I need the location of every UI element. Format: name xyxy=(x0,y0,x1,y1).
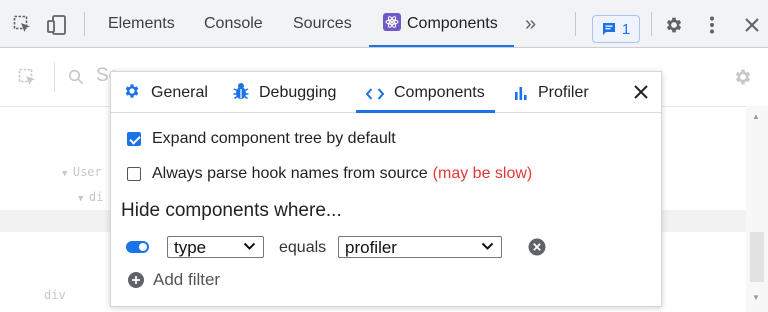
react-components-icon xyxy=(383,13,401,31)
parse-hooks-checkbox[interactable] xyxy=(127,167,141,181)
settings-tab-label: General xyxy=(151,84,208,101)
close-icon[interactable] xyxy=(631,82,651,102)
scroll-down-icon[interactable]: ▼ xyxy=(752,293,760,302)
toolbar-divider xyxy=(54,62,55,92)
scroll-up-icon[interactable]: ▲ xyxy=(752,112,760,121)
settings-gear-icon[interactable] xyxy=(733,67,753,92)
toolbar-divider xyxy=(84,12,85,36)
filter-operator: equals xyxy=(279,239,327,256)
code-icon xyxy=(365,75,385,117)
settings-tab-label: Debugging xyxy=(259,84,337,101)
bug-icon xyxy=(233,75,249,117)
remove-filter-icon[interactable] xyxy=(528,238,546,256)
add-filter-label: Add filter xyxy=(153,270,221,289)
issues-count: 1 xyxy=(621,20,631,38)
filter-value-select[interactable]: profiler xyxy=(338,236,502,258)
expand-tree-setting: Expand component tree by default xyxy=(127,130,396,148)
filter-field-select[interactable]: type xyxy=(167,236,264,258)
settings-tab-components[interactable]: Components xyxy=(356,72,495,113)
tab-components[interactable]: Components xyxy=(369,0,514,47)
filter-enabled-toggle[interactable] xyxy=(126,241,149,253)
parse-hooks-label: Always parse hook names from source xyxy=(152,165,428,182)
issues-button[interactable]: 1 xyxy=(592,15,640,43)
scrollbar-thumb[interactable] xyxy=(750,232,764,282)
device-toolbar-icon[interactable] xyxy=(46,14,68,36)
add-circle-icon xyxy=(128,272,144,288)
expand-tree-label: Expand component tree by default xyxy=(152,130,396,147)
tree-row[interactable]: ▼ User xyxy=(62,165,102,179)
settings-tab-profiler[interactable]: Profiler xyxy=(514,72,589,112)
hide-components-title: Hide components where... xyxy=(121,200,342,221)
gear-icon xyxy=(123,75,141,117)
tab-console[interactable]: Console xyxy=(204,0,263,47)
add-filter-button[interactable]: Add filter xyxy=(128,270,220,290)
close-devtools-icon[interactable] xyxy=(741,14,763,36)
more-tabs-button[interactable]: » xyxy=(525,13,536,36)
tab-elements[interactable]: Elements xyxy=(108,0,175,47)
chevron-down-icon xyxy=(481,242,494,250)
settings-tab-label: Components xyxy=(394,84,485,101)
search-icon xyxy=(68,69,84,90)
chevron-down-icon xyxy=(243,242,256,250)
tree-row[interactable]: div xyxy=(44,288,66,302)
bar-chart-icon xyxy=(514,75,528,117)
inspect-element-icon[interactable] xyxy=(18,68,38,93)
settings-tab-debugging[interactable]: Debugging xyxy=(233,72,336,112)
inspect-element-icon[interactable] xyxy=(12,14,34,36)
parse-hooks-setting: Always parse hook names from source (may… xyxy=(127,165,532,183)
toolbar-divider xyxy=(651,12,652,36)
devtools-tab-bar: Elements Console Sources Components » 1 xyxy=(0,0,768,48)
gear-icon[interactable] xyxy=(663,14,685,36)
settings-tab-general[interactable]: General xyxy=(123,72,208,112)
toolbar-divider xyxy=(575,12,576,36)
filter-value: profiler xyxy=(345,238,397,257)
tab-sources[interactable]: Sources xyxy=(293,0,352,47)
settings-tabs: General Debugging Components Profiler xyxy=(111,72,661,113)
more-options-icon[interactable] xyxy=(701,14,723,36)
settings-tab-label: Profiler xyxy=(538,84,589,101)
settings-dialog: General Debugging Components Profiler Ex… xyxy=(110,71,662,307)
slow-warning: (may be slow) xyxy=(432,165,533,182)
message-icon xyxy=(602,23,615,35)
tree-row[interactable]: ▼ di xyxy=(78,190,103,204)
expand-tree-checkbox[interactable] xyxy=(127,132,141,146)
tab-components-label: Components xyxy=(407,15,498,32)
filter-field-value: type xyxy=(174,238,207,257)
